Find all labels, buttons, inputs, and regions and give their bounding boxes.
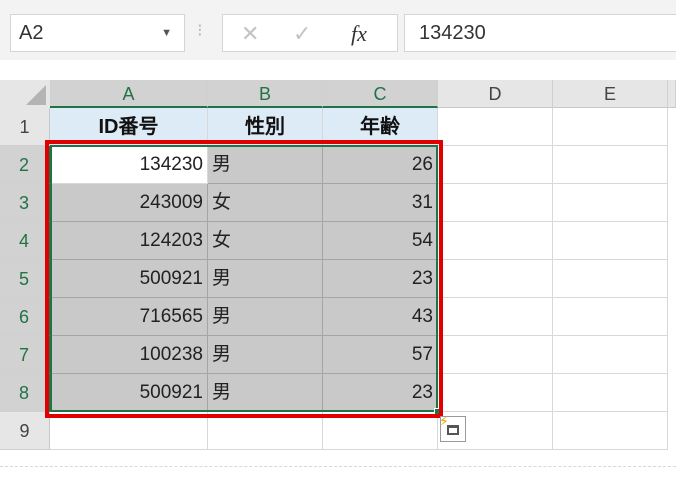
cell-d8[interactable] bbox=[438, 374, 553, 412]
cell-e5[interactable] bbox=[553, 260, 668, 298]
cell-b2[interactable]: 男 bbox=[208, 146, 323, 184]
column-header-f[interactable] bbox=[668, 80, 676, 108]
cell-a9[interactable] bbox=[50, 412, 208, 450]
cell-d4[interactable] bbox=[438, 222, 553, 260]
check-icon[interactable]: ✓ bbox=[293, 21, 311, 47]
cell-a4[interactable]: 124203 bbox=[50, 222, 208, 260]
cell-a5[interactable]: 500921 bbox=[50, 260, 208, 298]
row-header-9[interactable]: 9 bbox=[0, 412, 50, 450]
row-header-1[interactable]: 1 bbox=[0, 108, 50, 146]
cell-a3[interactable]: 243009 bbox=[50, 184, 208, 222]
row-header-6[interactable]: 6 bbox=[0, 298, 50, 336]
cell-e7[interactable] bbox=[553, 336, 668, 374]
row-header-4[interactable]: 4 bbox=[0, 222, 50, 260]
name-box[interactable]: A2 ▼ bbox=[10, 14, 185, 52]
cell-c3[interactable]: 31 bbox=[323, 184, 438, 222]
cell-e9[interactable] bbox=[553, 412, 668, 450]
cell-a2[interactable]: 134230 bbox=[50, 146, 208, 184]
cell-e4[interactable] bbox=[553, 222, 668, 260]
formula-input-value: 134230 bbox=[419, 22, 486, 44]
cell-b9[interactable] bbox=[208, 412, 323, 450]
cell-c6[interactable]: 43 bbox=[323, 298, 438, 336]
cell-d1[interactable] bbox=[438, 108, 553, 146]
cancel-icon[interactable]: ✕ bbox=[241, 21, 259, 47]
divider bbox=[0, 466, 676, 467]
cell-b7[interactable]: 男 bbox=[208, 336, 323, 374]
cell-c9[interactable] bbox=[323, 412, 438, 450]
cell-c5[interactable]: 23 bbox=[323, 260, 438, 298]
row-header-8[interactable]: 8 bbox=[0, 374, 50, 412]
cell-d3[interactable] bbox=[438, 184, 553, 222]
cell-d6[interactable] bbox=[438, 298, 553, 336]
drag-handle-icon[interactable]: ⁝ bbox=[197, 20, 203, 41]
cell-b5[interactable]: 男 bbox=[208, 260, 323, 298]
cell-d2[interactable] bbox=[438, 146, 553, 184]
cell-e3[interactable] bbox=[553, 184, 668, 222]
column-header-d[interactable]: D bbox=[438, 80, 553, 108]
cell-a1[interactable]: ID番号 bbox=[50, 108, 208, 146]
cell-a6[interactable]: 716565 bbox=[50, 298, 208, 336]
spreadsheet-grid: A B C D E 1 2 3 4 5 6 7 8 9 ID番号 性別 年齢 1… bbox=[0, 80, 676, 452]
row-header-3[interactable]: 3 bbox=[0, 184, 50, 222]
cell-d5[interactable] bbox=[438, 260, 553, 298]
formula-input[interactable]: 134230 bbox=[404, 14, 676, 52]
cell-c1[interactable]: 年齢 bbox=[323, 108, 438, 146]
cell-c4[interactable]: 54 bbox=[323, 222, 438, 260]
name-box-value: A2 bbox=[19, 22, 44, 44]
cell-a7[interactable]: 100238 bbox=[50, 336, 208, 374]
select-all-button[interactable] bbox=[0, 80, 50, 108]
cell-b3[interactable]: 女 bbox=[208, 184, 323, 222]
cell-d7[interactable] bbox=[438, 336, 553, 374]
cell-b1[interactable]: 性別 bbox=[208, 108, 323, 146]
chevron-down-icon[interactable]: ▼ bbox=[161, 27, 172, 39]
cell-c7[interactable]: 57 bbox=[323, 336, 438, 374]
cell-b8[interactable]: 男 bbox=[208, 374, 323, 412]
cell-c2[interactable]: 26 bbox=[323, 146, 438, 184]
column-header-c[interactable]: C bbox=[323, 80, 438, 108]
cell-c8[interactable]: 23 bbox=[323, 374, 438, 412]
row-header-7[interactable]: 7 bbox=[0, 336, 50, 374]
formula-buttons: ✕ ✓ fx bbox=[222, 14, 398, 52]
row-header-5[interactable]: 5 bbox=[0, 260, 50, 298]
insert-function-icon[interactable]: fx bbox=[351, 21, 367, 47]
column-header-a[interactable]: A bbox=[50, 80, 208, 108]
column-header-b[interactable]: B bbox=[208, 80, 323, 108]
cell-e8[interactable] bbox=[553, 374, 668, 412]
cell-e6[interactable] bbox=[553, 298, 668, 336]
row-header-2[interactable]: 2 bbox=[0, 146, 50, 184]
cell-e2[interactable] bbox=[553, 146, 668, 184]
cell-b4[interactable]: 女 bbox=[208, 222, 323, 260]
formula-bar: A2 ▼ ⁝ ✕ ✓ fx 134230 bbox=[0, 0, 676, 60]
cell-e1[interactable] bbox=[553, 108, 668, 146]
column-header-e[interactable]: E bbox=[553, 80, 668, 108]
quick-analysis-icon[interactable]: ⚡ bbox=[439, 413, 466, 442]
cell-a8[interactable]: 500921 bbox=[50, 374, 208, 412]
cell-b6[interactable]: 男 bbox=[208, 298, 323, 336]
